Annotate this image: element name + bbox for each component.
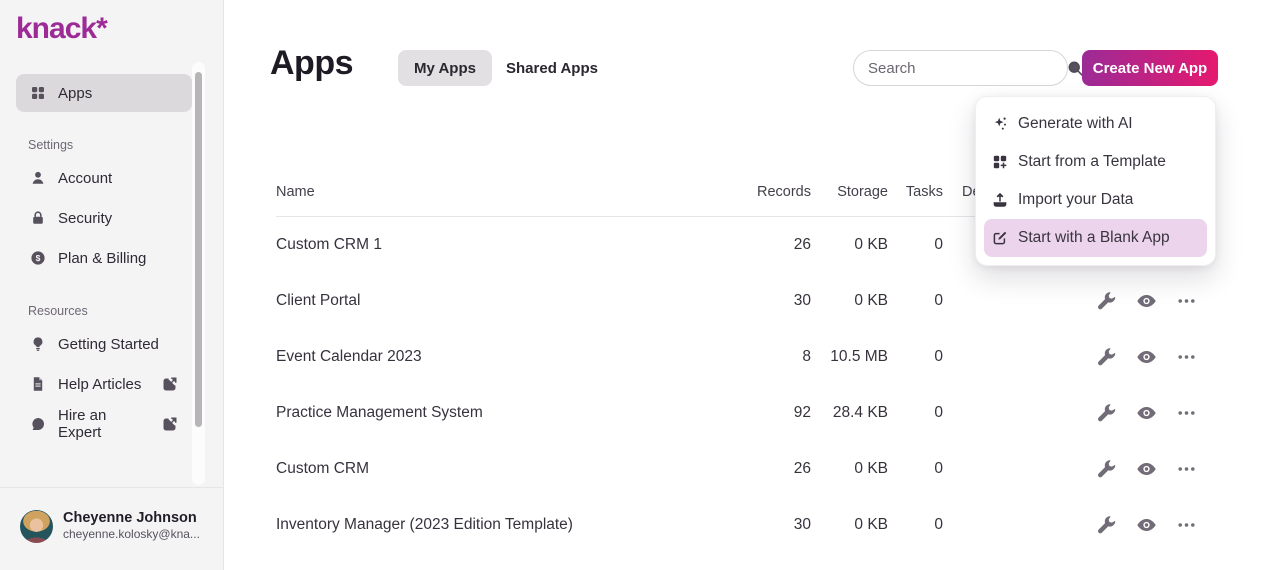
preview-eye-icon[interactable] [1136, 515, 1157, 536]
menu-item-label: Start with a Blank App [1018, 229, 1170, 247]
table-row[interactable]: Event Calendar 2023 810.5 MB0 [276, 329, 1216, 385]
app-storage: 0 KB [811, 292, 888, 310]
sidebar-item-plan-billing[interactable]: $ Plan & Billing [16, 238, 192, 278]
app-records: 8 [731, 348, 811, 366]
create-app-dropdown: Generate with AI Start from a Template Imp… [975, 96, 1216, 266]
app-records: 92 [731, 404, 811, 422]
builder-wrench-icon[interactable] [1096, 347, 1117, 368]
sidebar-item-security[interactable]: Security [16, 198, 192, 238]
app-tasks: 0 [888, 292, 943, 310]
edit-icon [992, 230, 1008, 246]
sidebar-item-apps[interactable]: Apps [16, 74, 192, 112]
bulb-icon [30, 336, 46, 352]
user-email: cheyenne.kolosky@kna... [63, 527, 200, 543]
app-tasks: 0 [888, 348, 943, 366]
menu-item-import-your-data[interactable]: Import your Data [984, 181, 1207, 219]
sidebar-item-label: Hire an Expert [58, 407, 150, 441]
column-header-tasks: Tasks [888, 184, 943, 200]
column-header-storage: Storage [811, 184, 888, 200]
builder-wrench-icon[interactable] [1096, 459, 1117, 480]
app-name[interactable]: Custom CRM 1 [276, 236, 382, 254]
app-tasks: 0 [888, 236, 943, 254]
ext-icon [162, 416, 178, 432]
column-header-records: Records [731, 184, 811, 200]
app-storage: 0 KB [811, 460, 888, 478]
app-name[interactable]: Practice Management System [276, 404, 483, 422]
sidebar-item-help-articles[interactable]: Help Articles [16, 364, 192, 404]
app-tasks: 0 [888, 404, 943, 422]
more-options-icon[interactable] [1176, 347, 1197, 368]
table-row[interactable]: Inventory Manager (2023 Edition Template… [276, 497, 1216, 553]
doc-icon [30, 376, 46, 392]
app-tasks: 0 [888, 460, 943, 478]
sidebar-item-getting-started[interactable]: Getting Started [16, 324, 192, 364]
chat-icon [30, 416, 46, 432]
user-profile[interactable]: Cheyenne Johnson cheyenne.kolosky@kna... [0, 487, 224, 570]
table-row[interactable]: Custom CRM 260 KB0 [276, 441, 1216, 497]
app-storage: 0 KB [811, 516, 888, 534]
more-options-icon[interactable] [1176, 515, 1197, 536]
sidebar-item-account[interactable]: Account [16, 158, 192, 198]
user-icon [30, 170, 46, 186]
avatar [20, 510, 53, 543]
menu-item-label: Import your Data [1018, 191, 1133, 209]
app-records: 26 [731, 236, 811, 254]
column-header-name: Name [276, 184, 315, 200]
svg-text:$: $ [36, 253, 41, 263]
builder-wrench-icon[interactable] [1096, 515, 1117, 536]
knack-logo: knack* [16, 12, 107, 46]
table-row[interactable]: Client Portal 300 KB0 [276, 273, 1216, 329]
more-options-icon[interactable] [1176, 403, 1197, 424]
sidebar-item-label: Apps [58, 85, 92, 102]
template-icon [992, 154, 1008, 170]
sidebar-item-label: Getting Started [58, 336, 159, 353]
builder-wrench-icon[interactable] [1096, 291, 1117, 312]
search-input[interactable] [868, 60, 1067, 77]
page-title: Apps [270, 44, 353, 83]
table-row[interactable]: Practice Management System 9228.4 KB0 [276, 385, 1216, 441]
sidebar-item-label: Help Articles [58, 376, 141, 393]
tab-my-apps[interactable]: My Apps [398, 50, 492, 86]
sidebar-item-label: Account [58, 170, 112, 187]
more-options-icon[interactable] [1176, 459, 1197, 480]
sidebar: knack* AppsSettingsAccountSecurity$Plan … [0, 0, 224, 570]
app-storage: 0 KB [811, 236, 888, 254]
builder-wrench-icon[interactable] [1096, 403, 1117, 424]
app-records: 30 [731, 516, 811, 534]
menu-item-label: Generate with AI [1018, 115, 1133, 133]
menu-item-label: Start from a Template [1018, 153, 1166, 171]
app-tasks: 0 [888, 516, 943, 534]
user-name: Cheyenne Johnson [63, 509, 200, 527]
sidebar-scrollbar-thumb[interactable] [195, 72, 202, 427]
create-new-app-button[interactable]: Create New App [1082, 50, 1218, 86]
tab-shared-apps[interactable]: Shared Apps [490, 50, 614, 86]
app-name[interactable]: Inventory Manager (2023 Edition Template… [276, 516, 573, 534]
app-records: 26 [731, 460, 811, 478]
menu-item-generate-with-ai[interactable]: Generate with AI [984, 105, 1207, 143]
app-records: 30 [731, 292, 811, 310]
menu-item-start-from-a-template[interactable]: Start from a Template [984, 143, 1207, 181]
app-storage: 10.5 MB [811, 348, 888, 366]
ext-icon [162, 376, 178, 392]
grid-icon [30, 85, 46, 101]
app-name[interactable]: Client Portal [276, 292, 360, 310]
preview-eye-icon[interactable] [1136, 347, 1157, 368]
sidebar-item-hire-an-expert[interactable]: Hire an Expert [16, 404, 192, 444]
more-options-icon[interactable] [1176, 291, 1197, 312]
preview-eye-icon[interactable] [1136, 459, 1157, 480]
lock-icon [30, 210, 46, 226]
sidebar-item-label: Security [58, 210, 112, 227]
app-storage: 28.4 KB [811, 404, 888, 422]
upload-icon [992, 192, 1008, 208]
search-box [853, 50, 1068, 86]
dollar-icon: $ [30, 250, 46, 266]
preview-eye-icon[interactable] [1136, 403, 1157, 424]
app-name[interactable]: Custom CRM [276, 460, 369, 478]
preview-eye-icon[interactable] [1136, 291, 1157, 312]
menu-item-start-with-a-blank-app[interactable]: Start with a Blank App [984, 219, 1207, 257]
app-name[interactable]: Event Calendar 2023 [276, 348, 422, 366]
sidebar-item-label: Plan & Billing [58, 250, 146, 267]
sparkles-icon [992, 116, 1008, 132]
sidebar-scroll-area: AppsSettingsAccountSecurity$Plan & Billi… [0, 60, 224, 487]
